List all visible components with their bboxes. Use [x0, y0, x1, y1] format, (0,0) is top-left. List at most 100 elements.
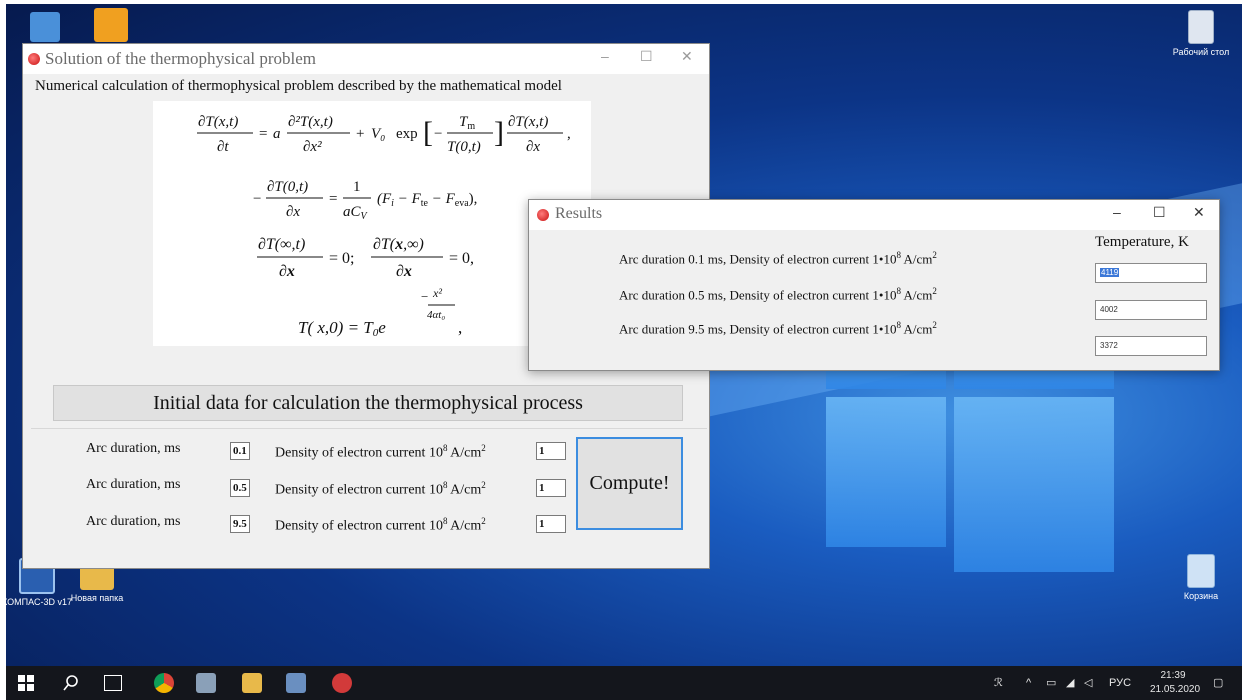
density-input[interactable]: 1: [536, 442, 566, 460]
density-label: Density of electron current 108 A/cm2: [275, 516, 486, 535]
result-row: Arc duration 0.1 ms, Density of electron…: [619, 250, 937, 267]
svg-text:=: =: [329, 191, 337, 207]
file-explorer-icon[interactable]: [242, 673, 262, 693]
temperature-output[interactable]: 4002: [1095, 300, 1207, 320]
search-icon[interactable]: [62, 674, 80, 692]
desktop-icon-partial-2[interactable]: [94, 8, 128, 42]
arc-duration-input[interactable]: 0.1: [230, 442, 250, 460]
svg-text:∂x: ∂x: [286, 204, 300, 220]
wallpaper-pane-bottom-right: [954, 397, 1114, 572]
close-button[interactable]: ✕: [1193, 204, 1205, 221]
svg-text:(Fi − Fte − Feva),: (Fi − Fte − Feva),: [377, 191, 477, 209]
chevron-up-icon[interactable]: ^: [1026, 666, 1031, 700]
svg-text:=: =: [259, 126, 267, 142]
svg-text:∂T(x,t): ∂T(x,t): [198, 114, 238, 130]
volume-icon[interactable]: ◁: [1084, 666, 1092, 700]
app-icon: [28, 53, 40, 65]
section-header: Initial data for calculation the thermop…: [53, 385, 683, 421]
window-title: Results: [555, 205, 603, 222]
svg-text:Tm: Tm: [459, 114, 475, 132]
app-window-icon[interactable]: [286, 673, 306, 693]
svg-text:a: a: [273, 126, 281, 142]
svg-text:∂T(0,t): ∂T(0,t): [267, 179, 308, 195]
temperature-output[interactable]: 3372: [1095, 336, 1207, 356]
density-input[interactable]: 1: [536, 515, 566, 533]
svg-text:∂²T(x,t): ∂²T(x,t): [288, 114, 333, 130]
svg-text:4αt₀: 4αt₀: [427, 309, 445, 321]
svg-text:∂T(x,∞): ∂T(x,∞): [373, 236, 424, 253]
result-unit-exponent: 2: [932, 320, 937, 330]
arc-duration-input[interactable]: 9.5: [230, 515, 250, 533]
windows-icon: [18, 675, 34, 691]
svg-text:−: −: [434, 126, 442, 142]
wallpaper-pane-bottom-left: [826, 397, 946, 547]
svg-text:∂x²: ∂x²: [303, 139, 322, 155]
result-text: Arc duration 0.5 ms, Density of electron…: [619, 287, 897, 303]
desktop-icon-new-folder[interactable]: Новая папка: [62, 564, 132, 604]
arc-duration-input[interactable]: 0.5: [230, 479, 250, 497]
math-model-formulas: ∂T(x,t) ∂t = a ∂²T(x,t) ∂x² + V₀ exp [ −…: [197, 114, 571, 339]
svg-text:1: 1: [353, 179, 361, 195]
start-button[interactable]: [18, 675, 34, 691]
desktop-icon-partial-1[interactable]: [30, 12, 60, 42]
compute-button[interactable]: Compute!: [576, 437, 683, 530]
results-window-titlebar[interactable]: Results – ☐ ✕: [529, 200, 1219, 230]
arc-duration-label: Arc duration, ms: [86, 441, 181, 456]
taskbar: ℛ ^ ▭ ◢ ◁ РУС 21:39 21.05.2020 ▢: [6, 666, 1242, 700]
density-unit-exponent: 2: [481, 516, 486, 526]
main-window-titlebar[interactable]: Solution of the thermophysical problem –…: [23, 44, 709, 74]
clock[interactable]: 21:39 21.05.2020: [1150, 669, 1201, 697]
temperature-output[interactable]: 4119: [1095, 263, 1207, 283]
maximize-button[interactable]: ☐: [1153, 204, 1166, 221]
desktop-icon-desktop-folder[interactable]: Рабочий стол: [1166, 10, 1236, 58]
density-unit: A/cm: [447, 445, 482, 461]
svg-text:]: ]: [494, 116, 504, 149]
arc-duration-label: Arc duration, ms: [86, 514, 181, 529]
svg-text:x²: x²: [432, 286, 442, 300]
chrome-icon[interactable]: [154, 673, 174, 693]
task-view-icon[interactable]: [104, 675, 122, 691]
recycle-bin-icon: [1187, 554, 1215, 588]
result-text: Arc duration 9.5 ms, Density of electron…: [619, 321, 897, 337]
result-unit-exponent: 2: [932, 286, 937, 296]
desktop-icon-recycle-bin[interactable]: Корзина: [1166, 554, 1236, 602]
density-label-text: Density of electron current 10: [275, 445, 443, 461]
language-indicator[interactable]: РУС: [1109, 666, 1131, 700]
arc-duration-label: Arc duration, ms: [86, 477, 181, 492]
result-unit: A/cm: [900, 251, 933, 267]
desktop-icon-label: Рабочий стол: [1172, 47, 1230, 57]
people-icon[interactable]: ℛ: [994, 666, 1003, 700]
density-label: Density of electron current 108 A/cm2: [275, 480, 486, 499]
temperature-column-header: Temperature, K: [1095, 234, 1189, 250]
svg-text:,: ,: [458, 318, 462, 337]
thermophysics-app-icon[interactable]: [332, 673, 352, 693]
svg-text:= 0,: = 0,: [449, 250, 474, 267]
app-icon: [537, 209, 549, 221]
result-unit: A/cm: [900, 321, 933, 337]
svg-text:T( x,0) = T0e: T( x,0) = T0e: [298, 318, 386, 339]
svg-text:∂T(∞,t): ∂T(∞,t): [258, 236, 305, 253]
svg-text:∂x: ∂x: [279, 263, 295, 280]
density-unit-exponent: 2: [481, 443, 486, 453]
density-unit: A/cm: [447, 482, 482, 498]
notifications-icon[interactable]: ▢: [1213, 666, 1223, 700]
app-icon[interactable]: [196, 673, 216, 693]
desktop-icon-label: Корзина: [1183, 591, 1219, 601]
clock-date: 21.05.2020: [1150, 684, 1201, 695]
density-unit-exponent: 2: [481, 480, 486, 490]
minimize-button[interactable]: –: [1113, 204, 1121, 220]
formula-image: ∂T(x,t) ∂t = a ∂²T(x,t) ∂x² + V₀ exp [ −…: [153, 101, 591, 346]
maximize-button[interactable]: ☐: [640, 48, 653, 65]
window-title: Solution of the thermophysical problem: [45, 49, 317, 68]
density-label: Density of electron current 108 A/cm2: [275, 443, 486, 462]
battery-icon: ▭: [1046, 677, 1057, 689]
svg-text:∂x: ∂x: [396, 263, 412, 280]
result-row: Arc duration 9.5 ms, Density of electron…: [619, 320, 937, 337]
svg-text:+: +: [356, 126, 364, 142]
network-icon[interactable]: ◢: [1066, 666, 1074, 700]
temperature-value: 3372: [1100, 341, 1118, 350]
svg-text:∂x: ∂x: [526, 139, 540, 155]
close-button[interactable]: ✕: [681, 48, 693, 65]
density-input[interactable]: 1: [536, 479, 566, 497]
minimize-button[interactable]: –: [601, 48, 609, 64]
